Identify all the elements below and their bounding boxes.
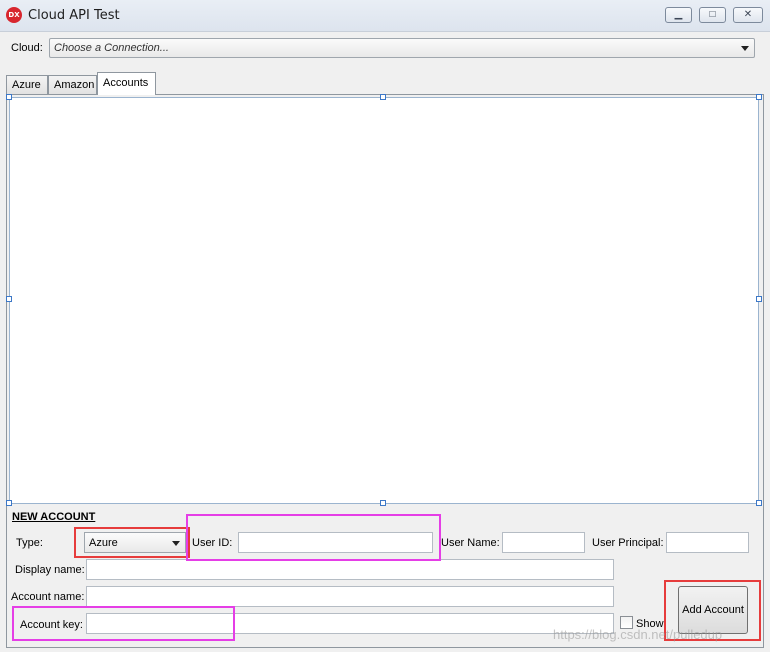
tab-accounts[interactable]: Accounts: [97, 72, 156, 95]
user-principal-label: User Principal:: [592, 537, 664, 549]
minimize-button[interactable]: ▁: [665, 7, 692, 23]
maximize-button[interactable]: □: [699, 7, 726, 23]
cloud-label: Cloud:: [11, 42, 43, 54]
user-name-input[interactable]: [502, 532, 585, 553]
account-name-input[interactable]: [86, 586, 614, 607]
display-name-input[interactable]: [86, 559, 614, 580]
display-name-label: Display name:: [15, 564, 85, 576]
new-account-heading: NEW ACCOUNT: [12, 511, 96, 523]
resize-handle-bottom[interactable]: [380, 500, 386, 506]
type-highlight-box: [74, 527, 190, 558]
resize-handle-top[interactable]: [380, 94, 386, 100]
chevron-down-icon: [741, 46, 749, 51]
resize-handle-top-right[interactable]: [756, 94, 762, 100]
cloud-connection-select[interactable]: Choose a Connection...: [49, 38, 755, 58]
window-title: Cloud API Test: [28, 8, 120, 23]
user-principal-input[interactable]: [666, 532, 749, 553]
tab-azure[interactable]: Azure: [6, 75, 48, 94]
cloud-connection-value: Choose a Connection...: [54, 42, 169, 54]
resize-handle-top-left[interactable]: [6, 94, 12, 100]
watermark-text: https://blog.csdn.net/pulledup: [553, 627, 723, 642]
resize-handle-left[interactable]: [6, 296, 12, 302]
app-icon: DX: [6, 7, 22, 23]
user-id-highlight-box: [186, 514, 441, 561]
title-bar: DX Cloud API Test ▁ □ ✕: [0, 0, 770, 32]
resize-handle-right[interactable]: [756, 296, 762, 302]
resize-handle-bottom-left[interactable]: [6, 500, 12, 506]
accounts-list[interactable]: [9, 97, 759, 504]
close-button[interactable]: ✕: [733, 7, 763, 23]
tab-amazon[interactable]: Amazon: [48, 75, 97, 94]
account-name-label: Account name:: [11, 591, 85, 603]
type-label: Type:: [16, 537, 43, 549]
resize-handle-bottom-right[interactable]: [756, 500, 762, 506]
account-key-highlight-box: [12, 606, 235, 641]
user-name-label: User Name:: [441, 537, 500, 549]
